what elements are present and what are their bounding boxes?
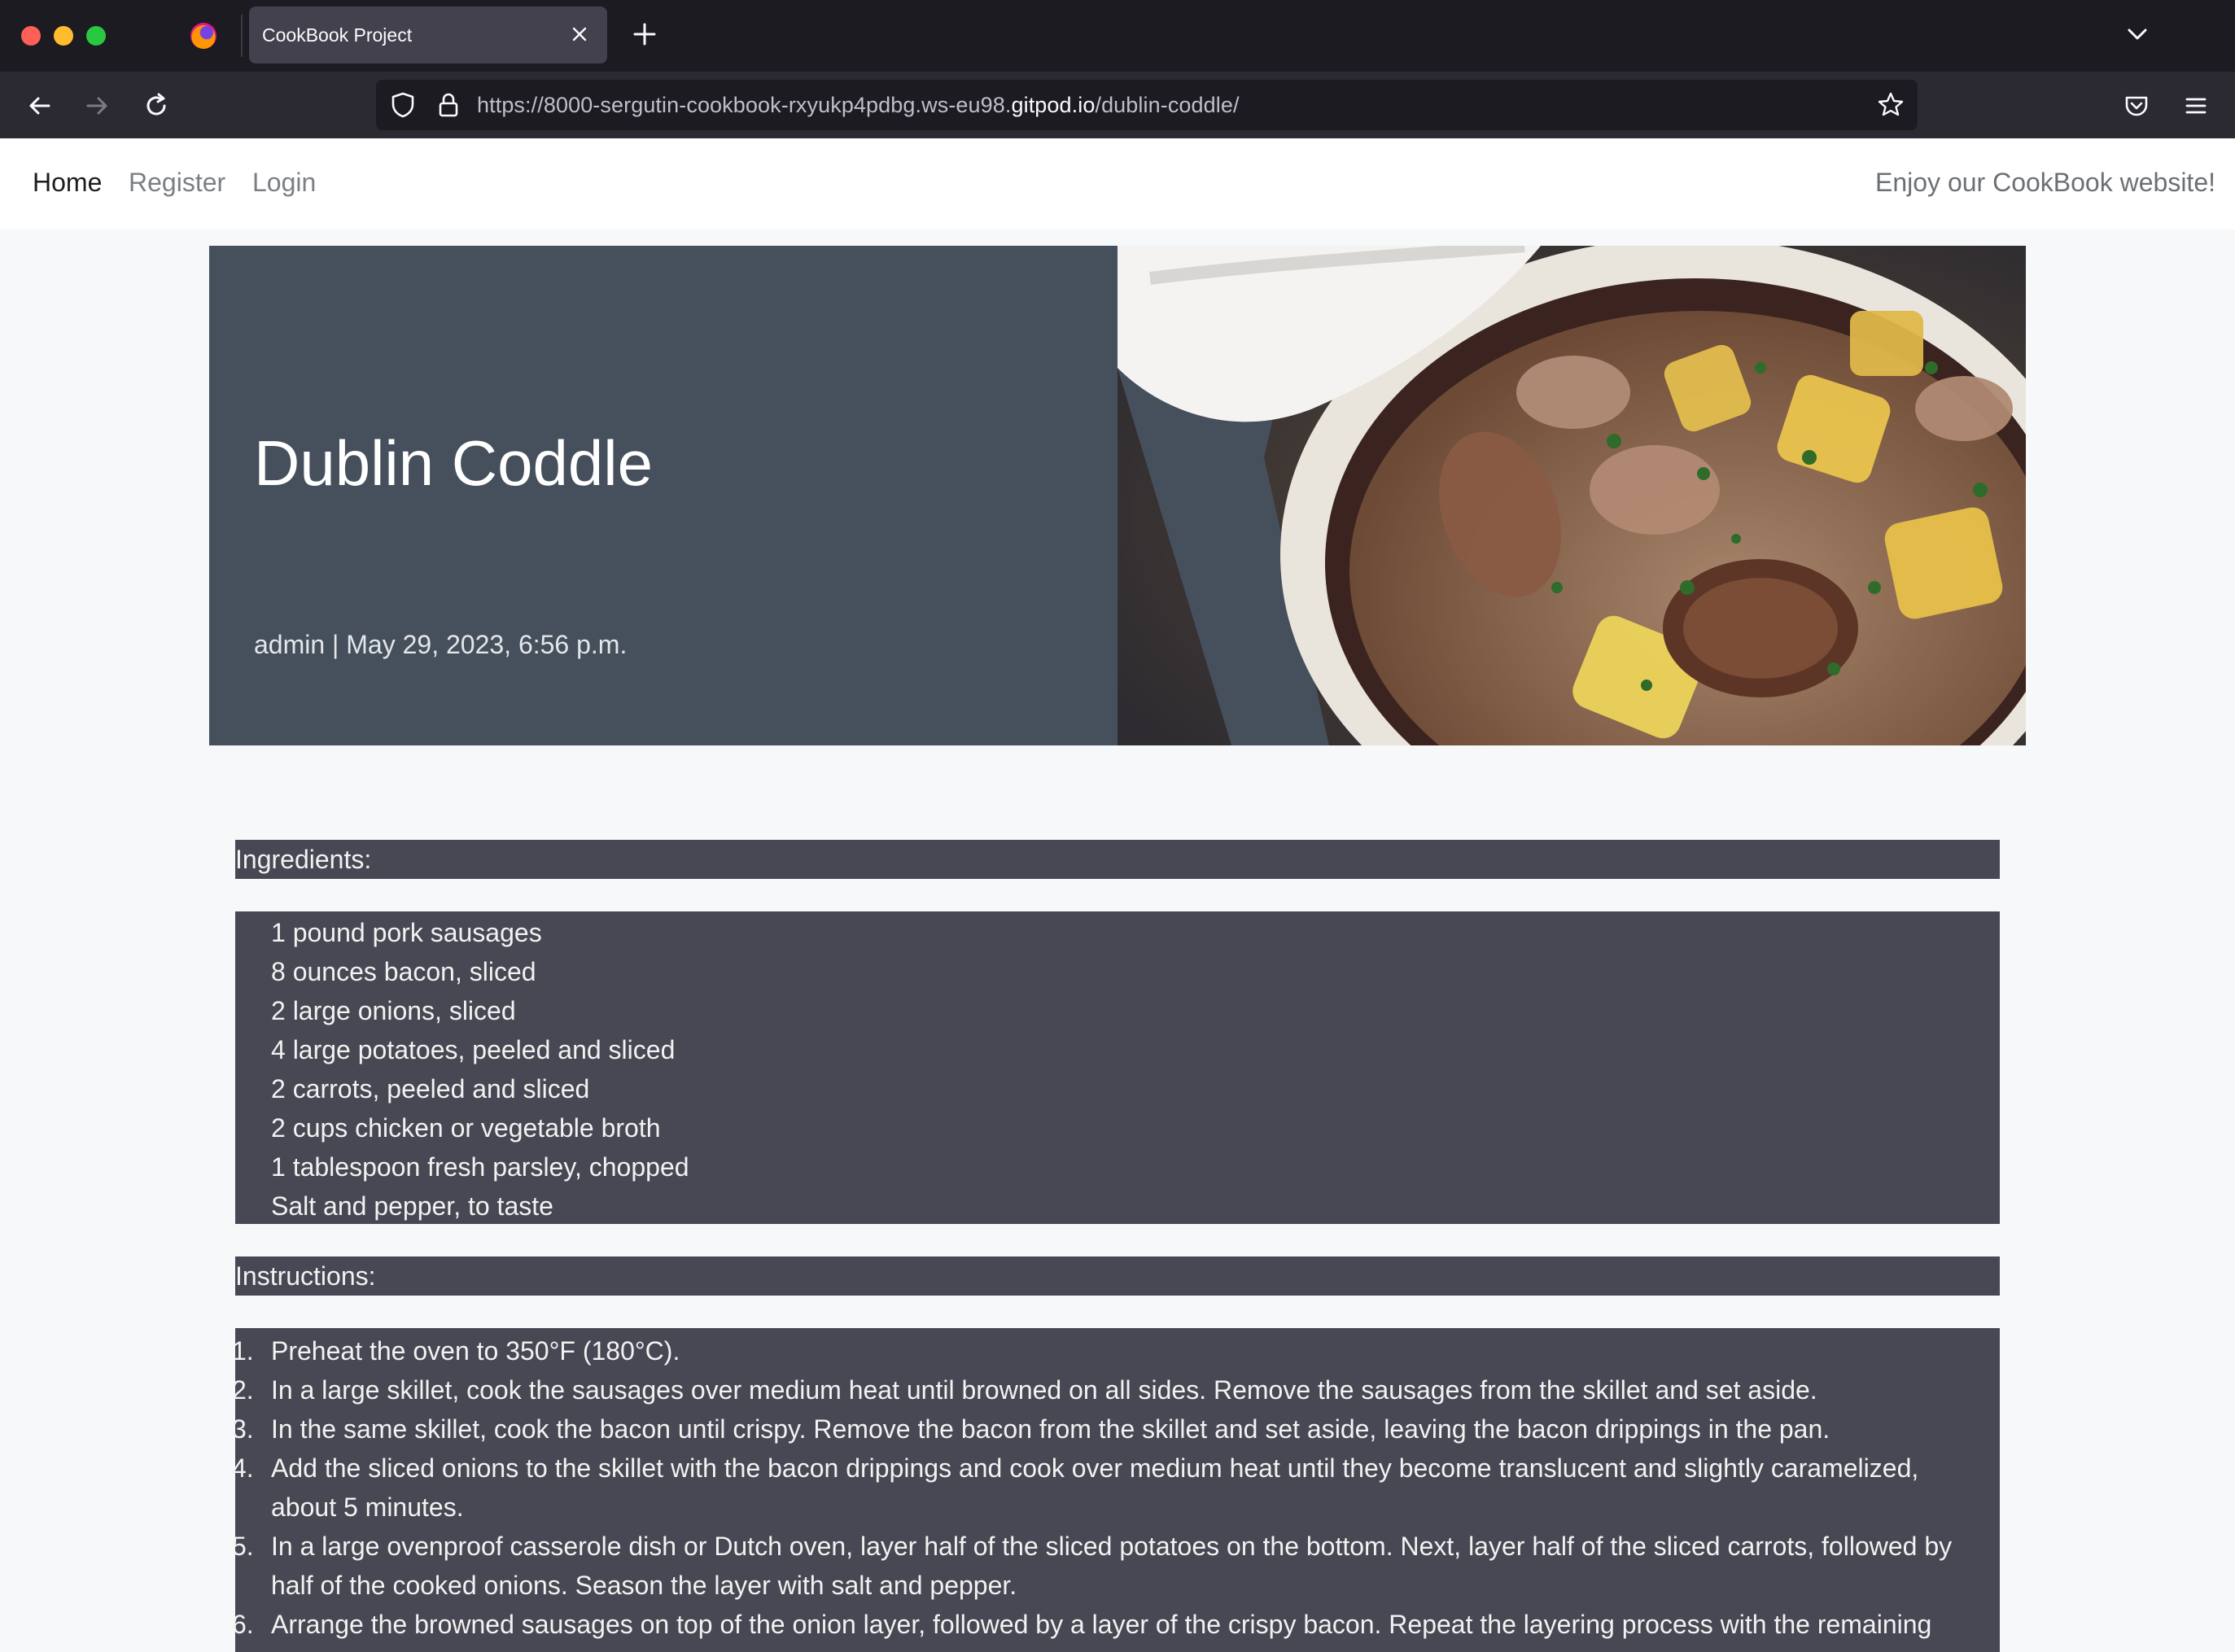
page-content: Home Register Login Enjoy our CookBook w… bbox=[0, 138, 2235, 1652]
list-all-tabs-icon[interactable] bbox=[2119, 16, 2155, 52]
fullscreen-window-button[interactable] bbox=[86, 26, 106, 46]
url-prefix: https://8000-sergutin-cookbook-rxyukp4pd… bbox=[477, 93, 1012, 117]
recipe-title: Dublin Coddle bbox=[254, 427, 653, 499]
firefox-icon bbox=[190, 23, 217, 49]
tab-bar: CookBook Project bbox=[0, 0, 2235, 72]
tab-title: CookBook Project bbox=[262, 24, 413, 46]
hamburger-menu-icon[interactable] bbox=[2178, 88, 2214, 124]
nav-link-register[interactable]: Register bbox=[129, 168, 225, 198]
recipe-image bbox=[1118, 246, 2026, 745]
reload-icon[interactable] bbox=[138, 88, 174, 124]
url-bar[interactable]: https://8000-sergutin-cookbook-rxyukp4pd… bbox=[376, 80, 1918, 130]
tab-cookbook[interactable]: CookBook Project bbox=[249, 7, 607, 63]
forward-arrow-icon[interactable] bbox=[80, 88, 116, 124]
ingredients-heading-text: Ingredients: bbox=[235, 845, 372, 874]
browser-chrome: CookBook Project https://8000-sergutin-c… bbox=[0, 0, 2235, 140]
ingredient-item: 8 ounces bacon, sliced bbox=[271, 957, 536, 986]
nav-link-login[interactable]: Login bbox=[252, 168, 316, 198]
back-arrow-icon[interactable] bbox=[21, 88, 57, 124]
instructions-heading-text: Instructions: bbox=[235, 1261, 376, 1291]
lock-icon[interactable] bbox=[433, 90, 464, 120]
step-number: 1. bbox=[232, 1336, 254, 1366]
ingredient-item: Salt and pepper, to taste bbox=[271, 1191, 553, 1221]
url-path: /dublin-coddle/ bbox=[1095, 93, 1240, 117]
tab-close-icon[interactable] bbox=[563, 18, 596, 50]
site-navbar: Home Register Login Enjoy our CookBook w… bbox=[0, 138, 2235, 229]
ingredients-list: 1 pound pork sausages 8 ounces bacon, sli… bbox=[235, 911, 2000, 1224]
url-domain: gitpod.io bbox=[1011, 93, 1096, 117]
instructions-heading: Instructions: bbox=[235, 1256, 2000, 1296]
recipe-meta: admin | May 29, 2023, 6:56 p.m. bbox=[254, 630, 628, 659]
ingredient-item: 2 carrots, peeled and sliced bbox=[271, 1074, 590, 1104]
pocket-icon[interactable] bbox=[2119, 88, 2154, 124]
navigation-toolbar: https://8000-sergutin-cookbook-rxyukp4pd… bbox=[0, 72, 2235, 140]
new-tab-button[interactable] bbox=[627, 16, 663, 52]
url-text[interactable]: https://8000-sergutin-cookbook-rxyukp4pd… bbox=[477, 93, 1240, 118]
site-tagline: Enjoy our CookBook website! bbox=[1875, 168, 2215, 197]
instructions-list: 1. Preheat the oven to 350°F (180°C). 2. In… bbox=[232, 1328, 2000, 1652]
minimize-window-button[interactable] bbox=[54, 26, 73, 46]
step-text: In a large skillet, cook the sausages ov… bbox=[271, 1375, 1817, 1405]
bookmark-star-icon[interactable] bbox=[1875, 90, 1906, 120]
ingredient-item: 1 tablespoon fresh parsley, chopped bbox=[271, 1152, 689, 1182]
recipe-header: Dublin Coddle admin | May 29, 2023, 6:56… bbox=[209, 246, 2026, 745]
ingredients-heading: Ingredients: bbox=[235, 840, 2000, 879]
step-number: 3. bbox=[232, 1414, 254, 1444]
tab-divider bbox=[241, 15, 243, 57]
ingredient-item: 2 large onions, sliced bbox=[271, 996, 516, 1025]
nav-link-home[interactable]: Home bbox=[33, 168, 102, 198]
step-text: In the same skillet, cook the bacon unti… bbox=[271, 1414, 1830, 1444]
close-window-button[interactable] bbox=[21, 26, 41, 46]
step-number: 2. bbox=[232, 1375, 254, 1405]
step-number: 6. bbox=[232, 1610, 254, 1639]
ingredient-item: 2 cups chicken or vegetable broth bbox=[271, 1113, 661, 1143]
shield-icon[interactable] bbox=[387, 90, 418, 120]
step-text: Add the sliced onions to the skillet wit… bbox=[271, 1453, 1919, 1522]
step-text: Arrange the browned sausages on top of t… bbox=[271, 1610, 1932, 1639]
ingredient-item: 1 pound pork sausages bbox=[271, 918, 542, 947]
step-number: 4. bbox=[232, 1453, 254, 1483]
step-text: Preheat the oven to 350°F (180°C). bbox=[271, 1336, 680, 1366]
ingredient-item: 4 large potatoes, peeled and sliced bbox=[271, 1035, 676, 1064]
step-number: 5. bbox=[232, 1532, 254, 1561]
step-text: In a large ovenproof casserole dish or D… bbox=[271, 1532, 1953, 1600]
